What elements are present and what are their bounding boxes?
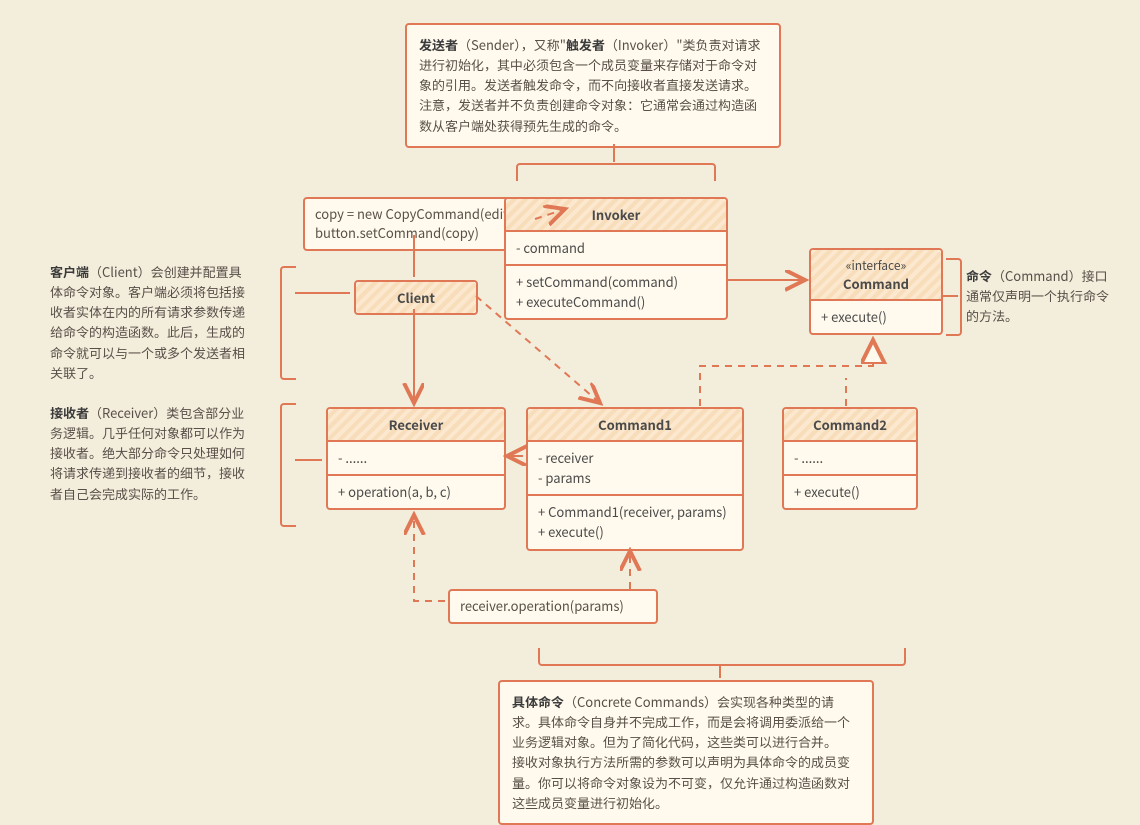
desc-receiver: 接收者（Receiver）类包含部分业务逻辑。几乎任何对象都可以作为接收者。绝大… bbox=[50, 403, 246, 504]
desc-client: 客户端（Client）会创建并配置具体命令对象。客户端必须将包括接收者实体在内的… bbox=[50, 262, 246, 383]
desc-receiver-text: 接收者（Receiver）类包含部分业务逻辑。几乎任何对象都可以作为接收者。绝大… bbox=[50, 403, 245, 503]
label-recv-text: receiver.operation(params) bbox=[460, 596, 624, 615]
uml-command2-fields: - ...... bbox=[784, 442, 916, 476]
uml-invoker-title: Invoker bbox=[506, 199, 726, 232]
note-concrete: 具体命令（Concrete Commands）会实现各种类型的请求。具体命令自身… bbox=[498, 680, 874, 825]
bracket-left2 bbox=[280, 403, 296, 527]
bracket-left1 bbox=[280, 266, 296, 380]
uml-receiver-fields: - ...... bbox=[328, 442, 504, 476]
note-concrete-text: 具体命令（Concrete Commands）会实现各种类型的请求。具体命令自身… bbox=[512, 692, 850, 812]
bracket-right bbox=[946, 258, 962, 336]
uml-client-title: Client bbox=[356, 282, 476, 313]
uml-invoker-ops: + setCommand(command)+ executeCommand() bbox=[506, 266, 726, 318]
uml-command1-fields: - receiver- params bbox=[528, 442, 742, 496]
label-copy-text: copy = new CopyCommand(editor)button.set… bbox=[315, 204, 525, 242]
desc-command: 命令（Command）接口通常仅声明一个执行命令的方法。 bbox=[966, 266, 1118, 326]
note-sender-text: 发送者（Sender），又称"触发者（Invoker）"类负责对请求进行初始化，… bbox=[419, 35, 760, 135]
uml-command1-title: Command1 bbox=[528, 409, 742, 442]
uml-command-iface: «interface» Command + execute() bbox=[809, 248, 943, 335]
uml-command2-title: Command2 bbox=[784, 409, 916, 442]
bracket-bottom bbox=[538, 648, 906, 666]
uml-receiver-ops: + operation(a, b, c) bbox=[328, 476, 504, 508]
uml-receiver-title: Receiver bbox=[328, 409, 504, 442]
desc-client-text: 客户端（Client）会创建并配置具体命令对象。客户端必须将包括接收者实体在内的… bbox=[50, 262, 245, 382]
uml-command-iface-stereo: «interface» bbox=[815, 254, 937, 274]
uml-command-iface-title: «interface» Command bbox=[811, 250, 941, 301]
uml-invoker: Invoker - command + setCommand(command)+… bbox=[504, 197, 728, 320]
uml-command2: Command2 - ...... + execute() bbox=[782, 407, 918, 510]
label-recv: receiver.operation(params) bbox=[448, 589, 658, 624]
uml-client: Client bbox=[354, 280, 478, 315]
note-sender: 发送者（Sender），又称"触发者（Invoker）"类负责对请求进行初始化，… bbox=[405, 23, 781, 148]
uml-command-iface-ops: + execute() bbox=[811, 301, 941, 333]
uml-command2-ops: + execute() bbox=[784, 476, 916, 508]
desc-command-text: 命令（Command）接口通常仅声明一个执行命令的方法。 bbox=[966, 266, 1109, 325]
uml-receiver: Receiver - ...... + operation(a, b, c) bbox=[326, 407, 506, 510]
uml-command1: Command1 - receiver- params + Command1(r… bbox=[526, 407, 744, 551]
uml-invoker-fields: - command bbox=[506, 232, 726, 266]
uml-command1-ops: + Command1(receiver, params)+ execute() bbox=[528, 496, 742, 548]
bracket-top bbox=[516, 163, 716, 181]
